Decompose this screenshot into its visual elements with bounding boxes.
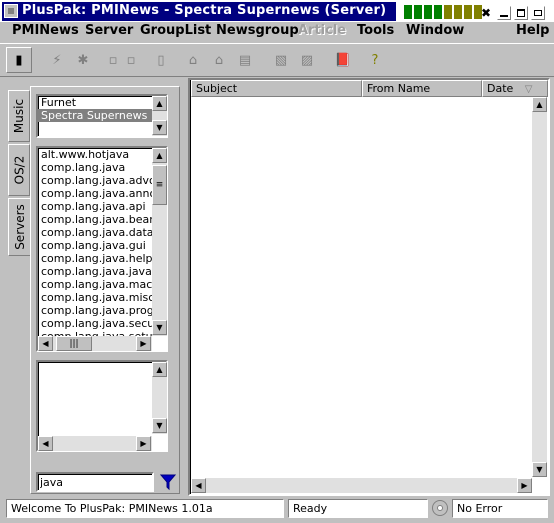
scroll-up-icon[interactable]: ▲ — [152, 362, 167, 377]
scroll-down-icon[interactable]: ▼ — [532, 462, 547, 477]
activity-meter-bar — [434, 5, 442, 19]
scroll-thumb[interactable]: ≡ — [152, 165, 167, 205]
newsgroup-item[interactable]: comp.lang.java.machine — [38, 278, 152, 291]
server-list[interactable]: Furnet Spectra Supernews — [36, 94, 168, 138]
activity-meter-bar — [414, 5, 422, 19]
scroll-up-icon[interactable]: ▲ — [152, 148, 167, 163]
activity-meter-bar — [404, 5, 412, 19]
sort-arrow-icon: ▽ — [524, 84, 533, 95]
status-welcome: Welcome To PlusPak: PMINews 1.01a — [6, 499, 284, 518]
menu-grouplist[interactable]: GroupList — [140, 23, 211, 38]
tab-os2[interactable]: OS/2 — [8, 144, 30, 196]
print-icon[interactable]: ▨ — [294, 47, 320, 73]
newsgroup-item[interactable]: comp.lang.java.javascript — [38, 265, 152, 278]
post-icon[interactable]: ▧ — [268, 47, 294, 73]
scroll-up-icon[interactable]: ▲ — [532, 97, 547, 112]
newsgroup-item[interactable]: comp.lang.java.announce — [38, 187, 152, 200]
filter-icon[interactable] — [158, 472, 178, 492]
scroll-right-icon[interactable]: ▶ — [136, 336, 151, 351]
activity-meter-bar — [454, 5, 462, 19]
scroll-right-icon[interactable]: ▶ — [136, 436, 151, 451]
scroll-down-icon[interactable]: ▼ — [152, 418, 167, 433]
newsgroup-item[interactable]: comp.lang.java.security — [38, 317, 152, 330]
newsgroup-item[interactable]: comp.lang.java.databases — [38, 226, 152, 239]
column-date[interactable]: Date ▽ — [482, 80, 548, 97]
status-state: Ready — [288, 499, 428, 518]
article-list[interactable] — [188, 78, 550, 496]
newsgroup-list[interactable]: alt.www.hotjava comp.lang.java comp.lang.j… — [36, 146, 168, 352]
menu-server[interactable]: Server — [85, 23, 133, 38]
menu-newsgroup[interactable]: Newsgroup — [216, 23, 299, 38]
maximize-icon[interactable] — [514, 6, 528, 20]
status-indicator-icon — [432, 500, 448, 516]
column-date-label: Date — [487, 82, 514, 95]
server-item[interactable]: Furnet — [38, 96, 166, 109]
window-title: PlusPak: PMINews - Spectra Supernews (Se… — [22, 3, 387, 18]
unsubscribe-icon[interactable]: ⌂ — [206, 47, 232, 73]
thread-list-hscrollbar[interactable] — [38, 436, 152, 451]
column-from-name[interactable]: From Name — [362, 80, 482, 97]
scroll-thumb[interactable]: ||| — [56, 336, 92, 351]
scroll-down-icon[interactable]: ▼ — [152, 320, 167, 335]
newsgroup-item[interactable]: comp.lang.java.beans — [38, 213, 152, 226]
activity-meter-bar — [424, 5, 432, 19]
newsgroup-item[interactable]: alt.www.hotjava — [38, 148, 152, 161]
system-menu-icon[interactable] — [4, 4, 18, 18]
subscribe-icon[interactable]: ⌂ — [180, 47, 206, 73]
server-item-selected[interactable]: Spectra Supernews — [38, 109, 152, 122]
menu-help[interactable]: Help — [516, 23, 549, 38]
activity-meter-bar — [444, 5, 452, 19]
read-book-icon[interactable]: 📕 — [330, 47, 356, 73]
menu-window[interactable]: Window — [406, 23, 464, 38]
tab-music[interactable]: Music — [8, 90, 30, 142]
newsgroup-item[interactable]: comp.lang.java.help — [38, 252, 152, 265]
help-icon[interactable]: ? — [362, 47, 388, 73]
newsgroup-item[interactable]: comp.lang.java — [38, 161, 152, 174]
list-all-icon[interactable]: ▫ — [118, 47, 144, 73]
add-server-icon[interactable]: ✱ — [70, 47, 96, 73]
newsgroup-item[interactable]: comp.lang.java.misc — [38, 291, 152, 304]
scroll-left-icon[interactable]: ◀ — [38, 336, 53, 351]
activity-meter-bar — [464, 5, 472, 19]
connect-icon[interactable]: ⚡ — [44, 47, 70, 73]
menu-pminews[interactable]: PMINews — [12, 23, 79, 38]
newsgroup-item[interactable]: comp.lang.java.gui — [38, 239, 152, 252]
newsgroup-item[interactable]: comp.lang.java.programmer — [38, 304, 152, 317]
menu-article[interactable]: Article — [298, 23, 346, 38]
article-list-hscrollbar[interactable] — [191, 478, 532, 493]
newsgroup-item[interactable]: comp.lang.java.advocacy — [38, 174, 152, 187]
newsgroup-item[interactable]: comp.lang.java.api — [38, 200, 152, 213]
hide-icon[interactable] — [531, 6, 545, 20]
scroll-down-icon[interactable]: ▼ — [152, 120, 167, 135]
column-subject[interactable]: Subject — [191, 80, 362, 97]
status-error: No Error — [452, 499, 548, 518]
scroll-up-icon[interactable]: ▲ — [152, 96, 167, 111]
new-document-icon[interactable]: ▯ — [148, 47, 174, 73]
article-list-vscrollbar[interactable] — [532, 97, 547, 477]
tab-servers[interactable]: Servers — [8, 198, 30, 256]
minimize-icon[interactable] — [497, 6, 511, 20]
scroll-left-icon[interactable]: ◀ — [38, 436, 53, 451]
menu-tools[interactable]: Tools — [357, 23, 394, 38]
scroll-right-icon[interactable]: ▶ — [517, 478, 532, 493]
group-filter-input[interactable] — [36, 472, 154, 492]
close-icon[interactable]: ✖ — [479, 6, 493, 20]
refresh-icon[interactable]: ▤ — [232, 47, 258, 73]
scroll-left-icon[interactable]: ◀ — [191, 478, 206, 493]
exit-icon[interactable]: ▮ — [6, 47, 32, 73]
